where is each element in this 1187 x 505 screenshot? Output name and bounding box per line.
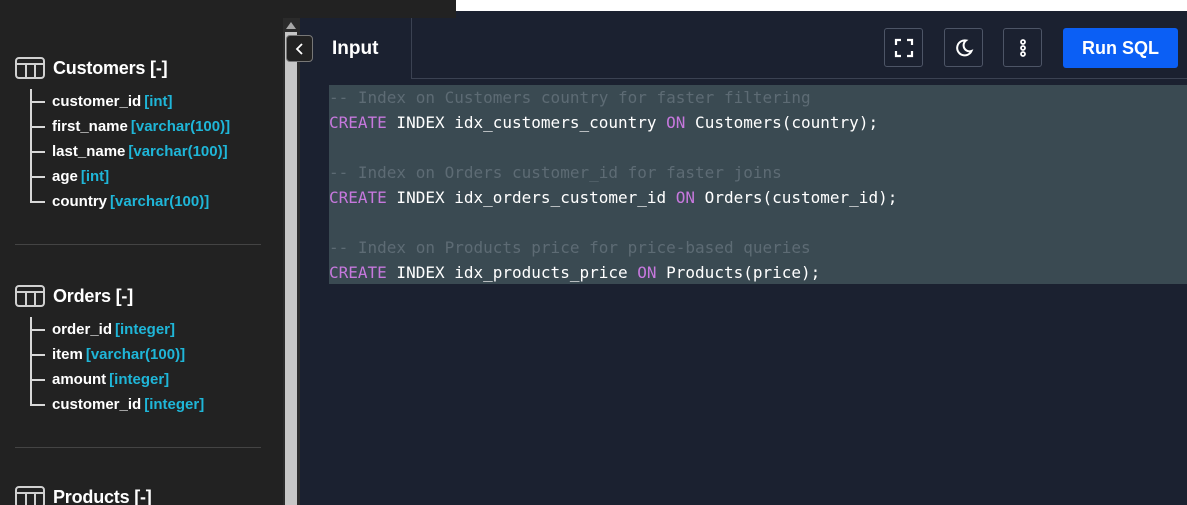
column-name: order_id bbox=[52, 321, 113, 338]
column-name: customer_id bbox=[52, 93, 142, 110]
sql-keyword: CREATE bbox=[329, 113, 387, 132]
chevron-left-icon bbox=[295, 42, 303, 55]
sidebar-divider bbox=[15, 244, 261, 245]
top-bar-light bbox=[456, 0, 1187, 11]
column-item[interactable]: amount [integer] bbox=[30, 367, 204, 392]
editor-toolbar: Input Run SQL bbox=[300, 18, 1187, 79]
run-sql-button[interactable]: Run SQL bbox=[1063, 28, 1178, 68]
table-orders[interactable]: Orders [-] order_id [integer] item [varcha… bbox=[15, 283, 204, 417]
table-title[interactable]: Orders [-] bbox=[53, 286, 133, 307]
column-name: first_name bbox=[52, 118, 128, 135]
table-title[interactable]: Customers [-] bbox=[53, 58, 168, 79]
column-type: [varchar(100)] bbox=[85, 346, 186, 363]
table-products[interactable]: Products [-] bbox=[15, 484, 152, 505]
table-icon bbox=[15, 57, 45, 79]
column-list: order_id [integer] item [varchar(100)] amo… bbox=[30, 317, 204, 417]
table-icon bbox=[15, 285, 45, 307]
code-line[interactable] bbox=[329, 210, 1187, 235]
column-name: item bbox=[52, 346, 83, 363]
column-name: country bbox=[52, 193, 108, 210]
column-item[interactable]: age [int] bbox=[30, 164, 230, 189]
sql-text: Products(price); bbox=[656, 263, 821, 282]
column-type: [varchar(100)] bbox=[110, 193, 210, 210]
column-name: customer_id bbox=[52, 396, 142, 413]
code-line[interactable] bbox=[329, 135, 1187, 160]
column-type: [varchar(100)] bbox=[130, 118, 231, 135]
sql-comment: -- Index on Customers country for faster… bbox=[329, 88, 811, 107]
code-line[interactable]: -- Index on Customers country for faster… bbox=[329, 85, 1187, 110]
sql-comment: -- Index on Orders customer_id for faste… bbox=[329, 163, 782, 182]
more-options-button[interactable] bbox=[1003, 28, 1042, 67]
column-name: last_name bbox=[52, 143, 126, 160]
scroll-up-arrow-icon[interactable] bbox=[286, 22, 296, 29]
column-item[interactable]: last_name [varchar(100)] bbox=[30, 139, 230, 164]
column-item[interactable]: first_name [varchar(100)] bbox=[30, 114, 230, 139]
code-lines: -- Index on Customers country for faster… bbox=[329, 85, 1187, 285]
column-type: [int] bbox=[80, 168, 110, 185]
top-bar-gap bbox=[456, 11, 1187, 18]
sql-keyword: ON bbox=[666, 113, 686, 132]
column-type: [varchar(100)] bbox=[128, 143, 228, 160]
column-item[interactable]: item [varchar(100)] bbox=[30, 342, 204, 367]
sidebar-scrollbar[interactable] bbox=[283, 18, 300, 505]
column-item[interactable]: customer_id [integer] bbox=[30, 392, 204, 417]
sql-keyword: ON bbox=[675, 188, 696, 207]
code-line[interactable]: CREATE INDEX idx_products_price ON Produ… bbox=[329, 260, 1187, 285]
moon-icon bbox=[955, 38, 973, 56]
sql-editor-panel: Input Run SQL -- Index on Customers coun… bbox=[300, 18, 1187, 505]
code-line[interactable]: CREATE INDEX idx_orders_customer_id ON O… bbox=[329, 185, 1187, 210]
table-customers[interactable]: Customers [-] customer_id [int] first_nam… bbox=[15, 55, 230, 214]
code-line[interactable]: CREATE INDEX idx_customers_country ON Cu… bbox=[329, 110, 1187, 135]
more-vertical-icon bbox=[1019, 38, 1026, 57]
column-item[interactable]: customer_id [int] bbox=[30, 89, 230, 114]
schema-sidebar: Customers [-] customer_id [int] first_nam… bbox=[0, 18, 283, 505]
fullscreen-icon bbox=[894, 38, 913, 57]
column-type: [integer] bbox=[109, 371, 170, 388]
tab-input[interactable]: Input bbox=[300, 18, 412, 79]
column-name: age bbox=[52, 168, 78, 185]
column-type: [integer] bbox=[144, 396, 205, 413]
sql-keyword: CREATE bbox=[329, 263, 387, 282]
column-name: amount bbox=[52, 371, 107, 388]
sql-text: Customers(country); bbox=[685, 113, 879, 132]
column-item[interactable]: country [varchar(100)] bbox=[30, 189, 230, 214]
sql-keyword: CREATE bbox=[329, 188, 387, 207]
fullscreen-button[interactable] bbox=[884, 28, 923, 67]
column-type: [int] bbox=[144, 93, 173, 110]
column-item[interactable]: order_id [integer] bbox=[30, 317, 204, 342]
sql-text: INDEX idx_customers_country bbox=[386, 113, 667, 132]
table-icon bbox=[15, 486, 45, 505]
sql-text: INDEX idx_orders_customer_id bbox=[386, 188, 676, 207]
code-line[interactable]: -- Index on Products price for price-bas… bbox=[329, 235, 1187, 260]
code-area[interactable]: -- Index on Customers country for faster… bbox=[329, 85, 1187, 285]
code-line[interactable]: -- Index on Orders customer_id for faste… bbox=[329, 160, 1187, 185]
sql-keyword: ON bbox=[637, 263, 657, 282]
table-title[interactable]: Products [-] bbox=[53, 487, 152, 505]
sql-text: INDEX idx_products_price bbox=[386, 263, 638, 282]
collapse-sidebar-button[interactable] bbox=[286, 35, 313, 62]
theme-toggle-button[interactable] bbox=[944, 28, 983, 67]
tab-input-label: Input bbox=[332, 38, 379, 59]
sql-comment: -- Index on Products price for price-bas… bbox=[329, 238, 811, 257]
sql-text: Orders(customer_id); bbox=[695, 188, 898, 207]
scrollbar-thumb[interactable] bbox=[285, 32, 297, 505]
column-list: customer_id [int] first_name [varchar(100)… bbox=[30, 89, 230, 214]
sidebar-divider bbox=[15, 447, 261, 448]
column-type: [integer] bbox=[115, 321, 176, 338]
top-bar bbox=[0, 0, 456, 18]
